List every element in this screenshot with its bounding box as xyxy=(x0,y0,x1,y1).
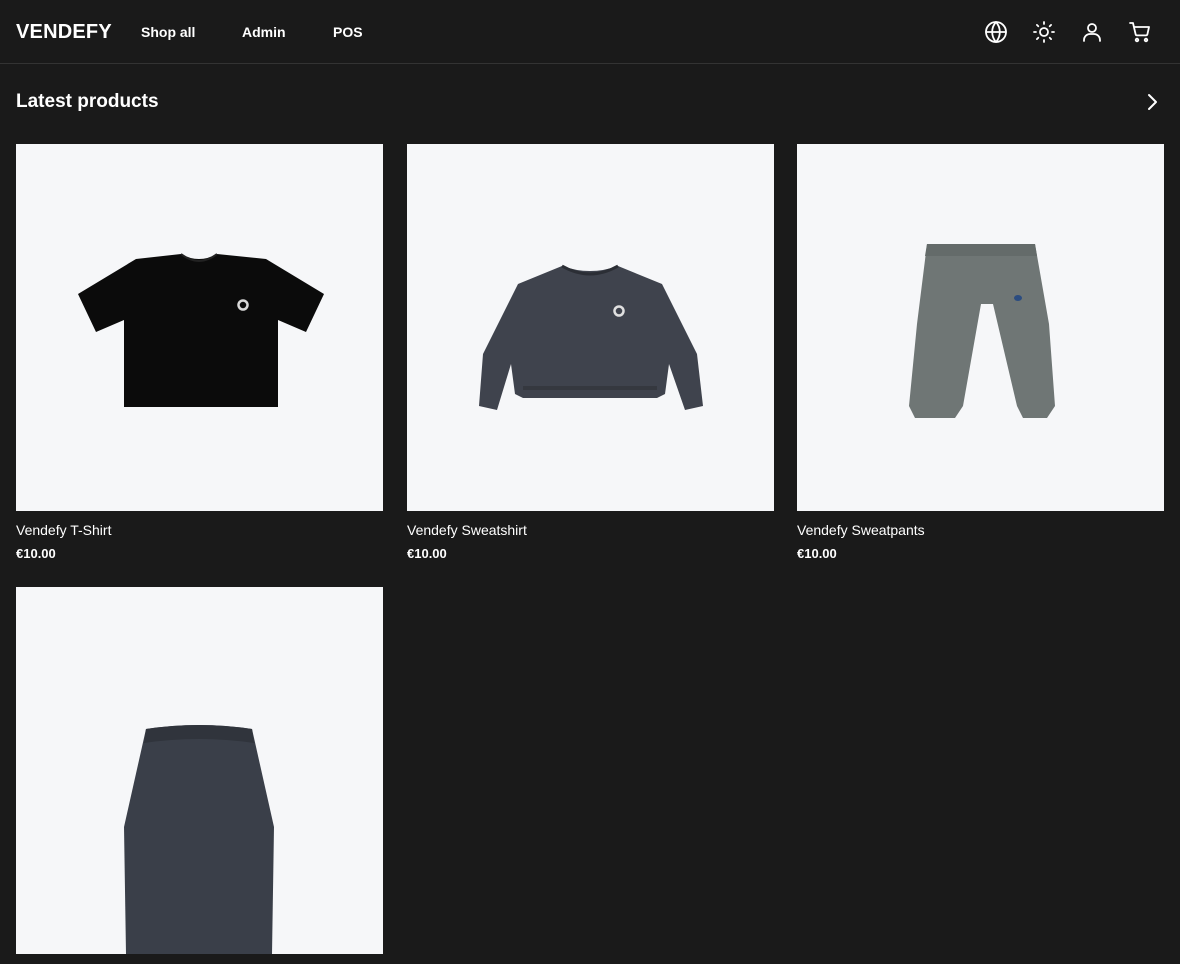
product-card-shorts[interactable] xyxy=(16,587,383,964)
product-image[interactable] xyxy=(797,144,1164,511)
product-name[interactable]: Vendefy Sweatshirt xyxy=(407,521,774,539)
language-button[interactable] xyxy=(982,18,1010,46)
sun-icon xyxy=(1033,21,1055,43)
nav-pos[interactable]: POS xyxy=(333,22,363,42)
account-button[interactable] xyxy=(1078,18,1106,46)
product-image[interactable] xyxy=(16,587,383,954)
product-price: €10.00 xyxy=(16,546,56,561)
brand-logo[interactable]: VENDEFY xyxy=(16,19,112,45)
product-image[interactable] xyxy=(407,144,774,511)
chevron-right-icon xyxy=(1148,94,1157,110)
sweatshirt-image xyxy=(479,264,703,410)
product-price: €10.00 xyxy=(797,546,837,561)
product-price: €10.00 xyxy=(407,546,447,561)
product-card-sweatpants[interactable]: Vendefy Sweatpants €10.00 xyxy=(797,144,1164,563)
theme-toggle-button[interactable] xyxy=(1030,18,1058,46)
product-image[interactable] xyxy=(16,144,383,511)
cart-icon xyxy=(1129,22,1150,43)
product-card-sweatshirt[interactable]: Vendefy Sweatshirt €10.00 xyxy=(407,144,774,563)
cart-button[interactable] xyxy=(1126,18,1154,46)
product-name[interactable]: Vendefy Sweatpants xyxy=(797,521,1164,539)
user-icon xyxy=(1083,23,1101,42)
sweatpants-image xyxy=(909,244,1055,418)
top-navbar: VENDEFY Shop all Admin POS xyxy=(0,0,1180,64)
see-all-button[interactable] xyxy=(1140,90,1164,114)
shorts-image xyxy=(124,725,274,954)
product-card-tshirt[interactable]: Vendefy T-Shirt €10.00 xyxy=(16,144,383,563)
nav-shop-all[interactable]: Shop all xyxy=(141,22,195,42)
product-name[interactable]: Vendefy T-Shirt xyxy=(16,521,383,539)
globe-icon xyxy=(985,21,1007,43)
tshirt-image xyxy=(78,253,324,407)
section-title: Latest products xyxy=(16,91,159,112)
nav-admin[interactable]: Admin xyxy=(242,22,286,42)
